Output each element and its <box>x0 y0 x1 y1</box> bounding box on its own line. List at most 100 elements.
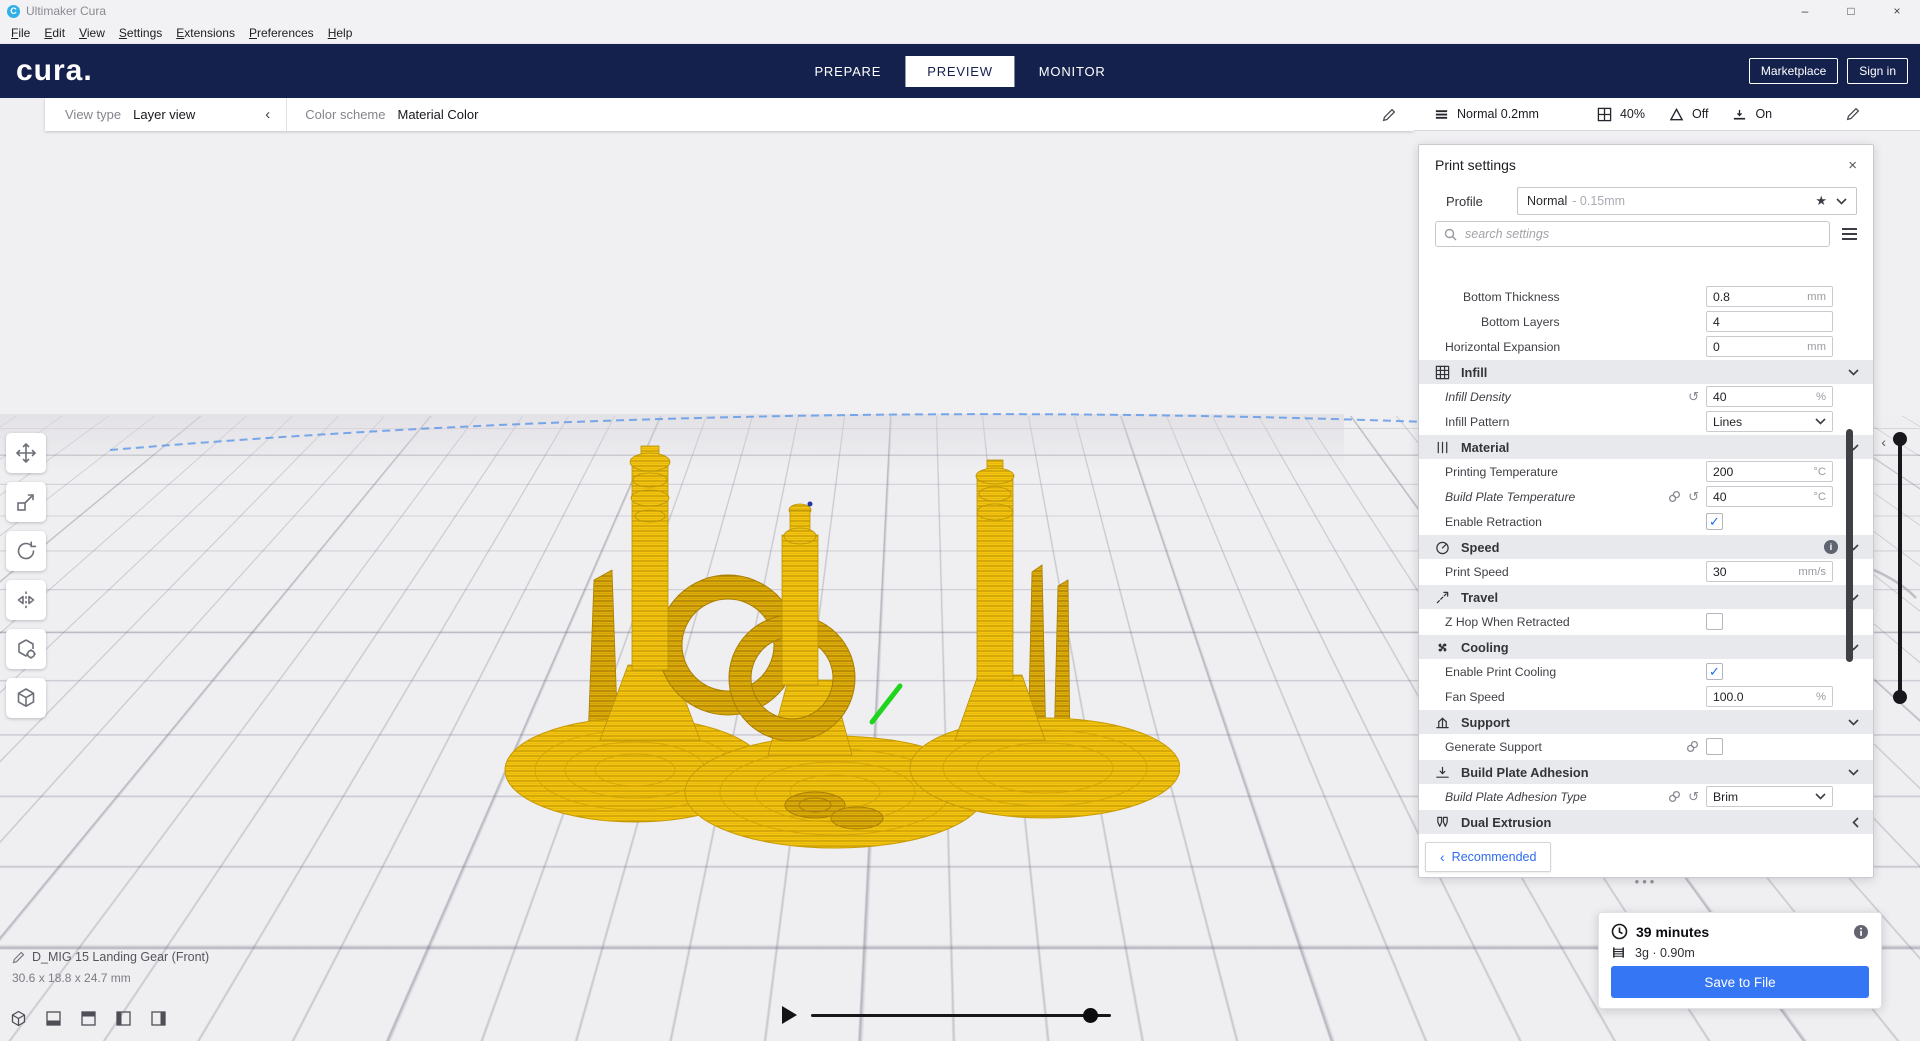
view-right-icon[interactable] <box>150 1010 167 1027</box>
recommended-button[interactable]: ‹ Recommended <box>1425 842 1552 872</box>
checkbox-generate-support[interactable] <box>1706 738 1723 755</box>
profile-name: Normal <box>1527 194 1568 208</box>
checkbox-z-hop-when-retracted[interactable] <box>1706 613 1723 630</box>
view-type-collapse-icon[interactable]: ‹ <box>265 106 270 123</box>
view-front-icon[interactable] <box>45 1010 62 1027</box>
menu-item-settings[interactable]: Settings <box>112 24 169 42</box>
revert-icon[interactable]: ↺ <box>1688 790 1699 803</box>
value-input-bottom-thickness[interactable]: 0.8 mm <box>1706 286 1833 307</box>
summary-support: Off <box>1692 107 1709 121</box>
window-title: Ultimaker Cura <box>26 4 107 18</box>
category-infill[interactable]: Infill <box>1419 359 1873 384</box>
tab-prepare[interactable]: PREPARE <box>792 56 903 87</box>
tab-monitor[interactable]: MONITOR <box>1017 56 1128 87</box>
close-panel-icon[interactable]: × <box>1848 157 1857 174</box>
minimize-icon[interactable]: – <box>1782 0 1828 22</box>
maximize-icon[interactable]: □ <box>1828 0 1874 22</box>
edit-object-name-icon[interactable] <box>12 951 25 964</box>
category-label: Cooling <box>1461 639 1509 655</box>
value-input-horizontal-expansion[interactable]: 0 mm <box>1706 336 1833 357</box>
menu-item-file[interactable]: File <box>4 24 37 42</box>
category-build-plate-adhesion[interactable]: Build Plate Adhesion <box>1419 759 1873 784</box>
edit-settings-icon[interactable] <box>1846 107 1860 121</box>
view-3d-icon[interactable] <box>10 1010 27 1027</box>
edit-view-icon[interactable] <box>1382 108 1396 122</box>
category-travel[interactable]: Travel <box>1419 584 1873 609</box>
search-box[interactable] <box>1435 221 1830 247</box>
revert-icon[interactable]: ↺ <box>1688 390 1699 403</box>
marketplace-button[interactable]: Marketplace <box>1748 58 1839 84</box>
select-build-plate-adhesion-type[interactable]: Brim <box>1706 786 1833 807</box>
menu-item-preferences[interactable]: Preferences <box>242 24 321 42</box>
layer-slider-top-handle[interactable] <box>1893 432 1907 446</box>
support-summary-icon <box>1669 107 1684 122</box>
setting-row-z-hop-when-retracted: Z Hop When Retracted <box>1419 609 1873 634</box>
camera-view-row <box>10 1010 167 1027</box>
category-support[interactable]: Support <box>1419 709 1873 734</box>
value-input-infill-density[interactable]: 40% <box>1706 386 1833 407</box>
value-input-bottom-layers[interactable]: 4 <box>1706 311 1833 332</box>
setting-label: Printing Temperature <box>1445 464 1558 479</box>
value-input-fan-speed[interactable]: 100.0% <box>1706 686 1833 707</box>
simulation-playback <box>782 1006 1111 1024</box>
model-preview[interactable] <box>500 440 1180 885</box>
setting-row-printing-temperature: Printing Temperature 200 °C <box>1419 459 1873 484</box>
close-icon[interactable]: × <box>1874 0 1920 22</box>
search-icon <box>1444 228 1457 241</box>
category-material[interactable]: Material <box>1419 434 1873 459</box>
view-type-value[interactable]: Layer view <box>133 107 195 122</box>
rotate-tool-button[interactable] <box>6 531 46 571</box>
object-name[interactable]: D_MIG 15 Landing Gear (Front) <box>32 950 209 964</box>
view-left-icon[interactable] <box>115 1010 132 1027</box>
setting-label: Build Plate Adhesion Type <box>1445 789 1587 804</box>
category-dual-extrusion[interactable]: Dual Extrusion <box>1419 809 1873 834</box>
tab-preview[interactable]: PREVIEW <box>905 55 1015 87</box>
category-speed[interactable]: Speed i <box>1419 534 1873 559</box>
revert-icon[interactable]: ↺ <box>1688 490 1699 503</box>
value-input-build-plate-temperature[interactable]: 40 °C <box>1706 486 1833 507</box>
simulation-timeline-slider[interactable] <box>811 1007 1111 1023</box>
panel-resize-handle[interactable]: ••• <box>1620 874 1672 889</box>
menu-item-help[interactable]: Help <box>321 24 360 42</box>
setting-row-bottom-layers: Bottom Layers 4 <box>1419 309 1873 334</box>
settings-filter-menu-icon[interactable] <box>1842 228 1857 240</box>
color-scheme-value[interactable]: Material Color <box>397 107 478 122</box>
print-settings-summary-bar[interactable]: Normal 0.2mm 40% Off On <box>1414 98 1920 131</box>
support-blocker-tool-button[interactable] <box>6 678 46 718</box>
save-to-file-button[interactable]: Save to File <box>1611 966 1869 998</box>
menu-item-extensions[interactable]: Extensions <box>169 24 242 42</box>
star-icon[interactable]: ★ <box>1815 193 1827 209</box>
profile-dropdown[interactable]: Normal - 0.15mm ★ <box>1517 187 1857 215</box>
search-input[interactable] <box>1463 226 1821 242</box>
layer-slider-collapse-icon[interactable]: ‹ <box>1881 434 1886 450</box>
layer-slider-bottom-handle[interactable] <box>1893 690 1907 704</box>
value-input-print-speed[interactable]: 30 mm/s <box>1706 561 1833 582</box>
checkbox-enable-retraction[interactable]: ✓ <box>1706 513 1723 530</box>
sign-in-button[interactable]: Sign in <box>1847 58 1908 84</box>
value-input-printing-temperature[interactable]: 200 °C <box>1706 461 1833 482</box>
setting-row-print-speed: Print Speed 30 mm/s <box>1419 559 1873 584</box>
setting-row-generate-support: Generate Support <box>1419 734 1873 759</box>
checkbox-enable-print-cooling[interactable]: ✓ <box>1706 663 1723 680</box>
layer-range-slider[interactable] <box>1892 432 1908 704</box>
scale-tool-button[interactable] <box>6 482 46 522</box>
info-icon[interactable]: i <box>1824 540 1838 554</box>
category-cooling[interactable]: Cooling <box>1419 634 1873 659</box>
view-top-icon[interactable] <box>80 1010 97 1027</box>
panel-scrollbar[interactable] <box>1846 429 1853 662</box>
info-icon[interactable] <box>1853 924 1869 940</box>
menu-item-view[interactable]: View <box>72 24 112 42</box>
setting-row-infill-pattern: Infill Pattern Lines <box>1419 409 1873 434</box>
timeline-handle[interactable] <box>1083 1007 1098 1023</box>
select-infill-pattern[interactable]: Lines <box>1706 411 1833 432</box>
per-model-settings-tool-button[interactable] <box>6 629 46 669</box>
move-tool-button[interactable] <box>6 433 46 473</box>
menu-item-edit[interactable]: Edit <box>37 24 72 42</box>
layer-slider-track[interactable] <box>1898 438 1902 698</box>
application-window: C Ultimaker Cura – □ × File Edit View Setti… <box>0 0 1920 1041</box>
unit-label: °C <box>1813 490 1826 503</box>
mirror-tool-button[interactable] <box>6 580 46 620</box>
category-label: Material <box>1461 439 1510 455</box>
clock-icon <box>1611 923 1628 940</box>
play-button[interactable] <box>782 1006 797 1024</box>
